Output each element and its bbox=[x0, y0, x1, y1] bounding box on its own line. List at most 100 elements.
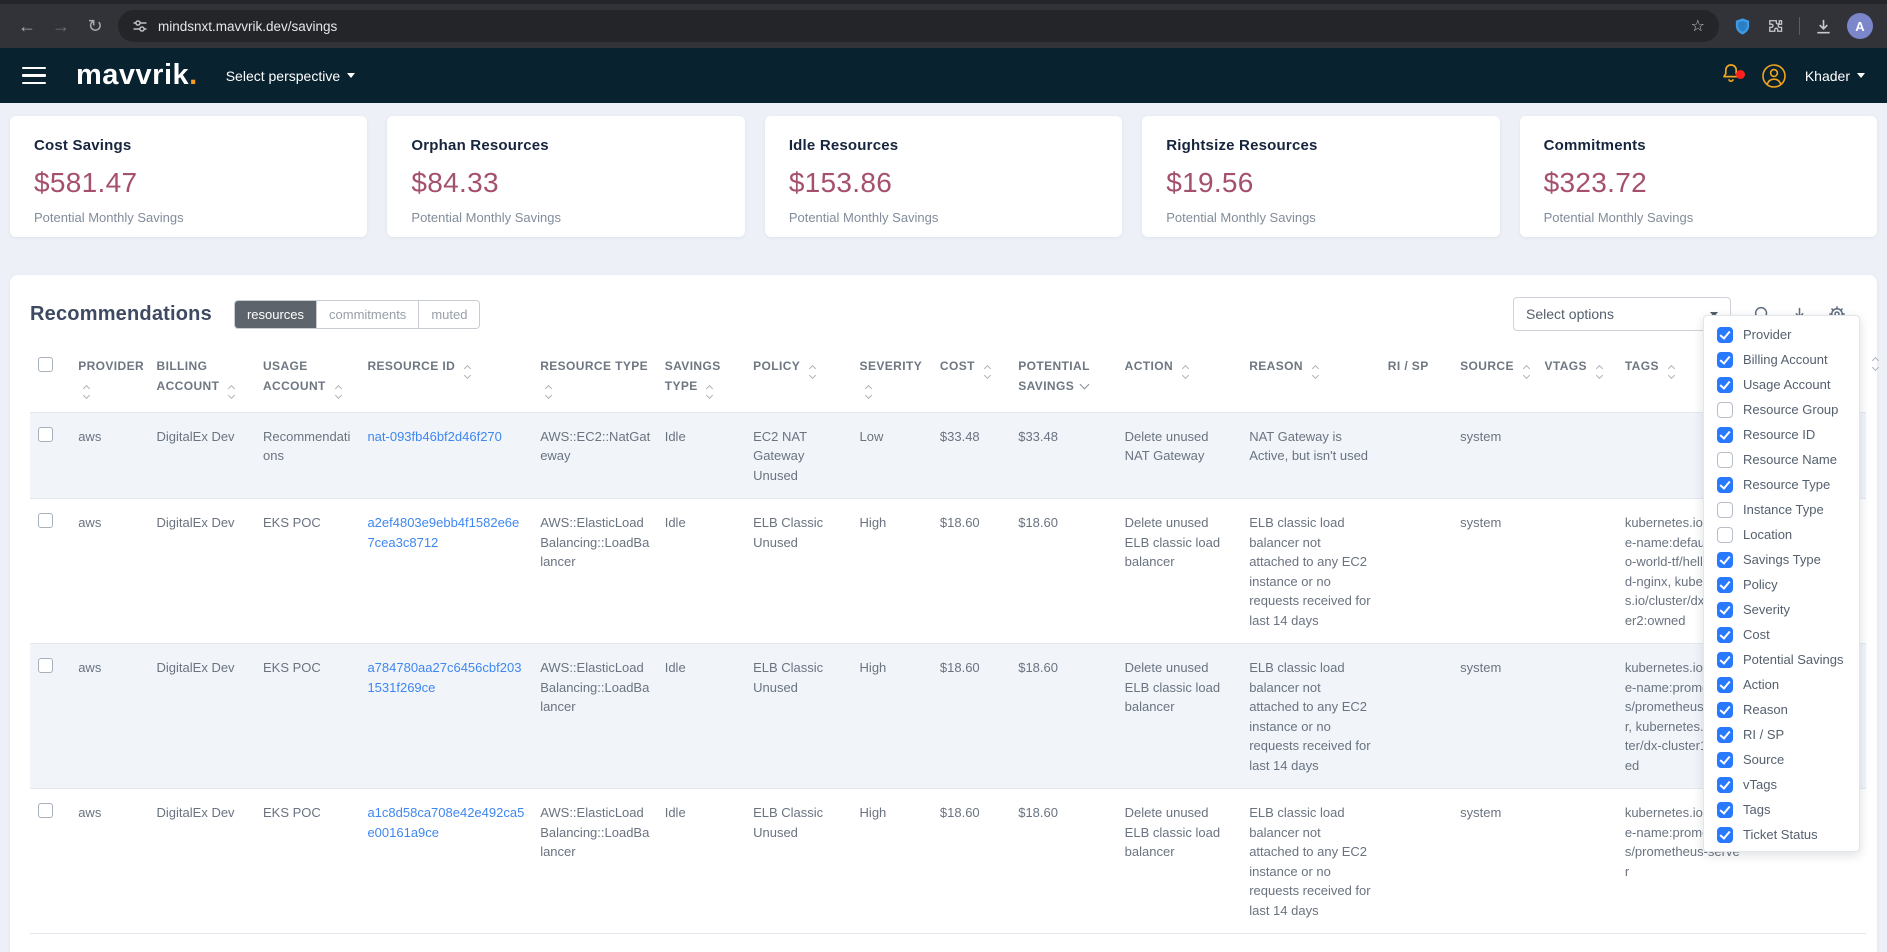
column-menu-item[interactable]: vTags bbox=[1704, 772, 1859, 797]
resource-id-link[interactable]: a784780aa27c6456cbf2031531f269ce bbox=[367, 660, 521, 695]
row-checkbox[interactable] bbox=[38, 658, 53, 673]
column-menu-item[interactable]: Source bbox=[1704, 747, 1859, 772]
checkbox-icon[interactable] bbox=[1717, 577, 1733, 593]
col-header-policy[interactable]: POLICY bbox=[753, 341, 859, 412]
col-header-billing-account[interactable]: BILLING ACCOUNT bbox=[157, 341, 263, 412]
checkbox-icon[interactable] bbox=[1717, 702, 1733, 718]
column-menu-item[interactable]: Location bbox=[1704, 522, 1859, 547]
perspective-dropdown[interactable]: Select perspective bbox=[226, 68, 355, 84]
sort-icon[interactable] bbox=[985, 366, 990, 378]
resource-id-link[interactable]: a1c8d58ca708e42e492ca5e00161a9ce bbox=[367, 805, 524, 840]
col-header-usage-account[interactable]: USAGE ACCOUNT bbox=[263, 341, 367, 412]
user-menu[interactable]: Khader bbox=[1805, 68, 1865, 84]
sort-icon[interactable] bbox=[84, 386, 89, 398]
col-header-resource-id[interactable]: RESOURCE ID bbox=[367, 341, 540, 412]
col-header-action[interactable]: ACTION bbox=[1125, 341, 1250, 412]
checkbox-icon[interactable] bbox=[1717, 327, 1733, 343]
checkbox-icon[interactable] bbox=[1717, 452, 1733, 468]
site-settings-icon[interactable] bbox=[132, 18, 148, 34]
column-menu-item[interactable]: Severity bbox=[1704, 597, 1859, 622]
checkbox-icon[interactable] bbox=[1717, 377, 1733, 393]
menu-hamburger-icon[interactable] bbox=[22, 67, 46, 85]
column-menu-item[interactable]: Resource Type bbox=[1704, 472, 1859, 497]
sort-icon[interactable] bbox=[465, 366, 470, 378]
sort-icon[interactable] bbox=[707, 386, 712, 398]
shield-extension-icon[interactable] bbox=[1733, 17, 1752, 36]
extensions-puzzle-icon[interactable] bbox=[1766, 17, 1785, 36]
column-menu-item[interactable]: Policy bbox=[1704, 572, 1859, 597]
reload-icon[interactable]: ↻ bbox=[78, 9, 112, 43]
forward-icon[interactable]: → bbox=[44, 9, 78, 43]
col-header-reason[interactable]: REASON bbox=[1249, 341, 1388, 412]
back-icon[interactable]: ← bbox=[10, 9, 44, 43]
column-menu-item[interactable]: Tags bbox=[1704, 797, 1859, 822]
column-menu-item[interactable]: Instance Type bbox=[1704, 497, 1859, 522]
resource-id-link[interactable]: a2ef4803e9ebb4f1582e6e7cea3c8712 bbox=[367, 515, 519, 550]
col-header-severity[interactable]: SEVERITY bbox=[860, 341, 940, 412]
sort-icon[interactable] bbox=[229, 386, 234, 398]
app-logo[interactable]: mavvrik. bbox=[76, 59, 198, 92]
column-menu-item[interactable]: Usage Account bbox=[1704, 372, 1859, 397]
checkbox-icon[interactable] bbox=[1717, 427, 1733, 443]
checkbox-icon[interactable] bbox=[1717, 527, 1733, 543]
sort-icon[interactable] bbox=[810, 366, 815, 378]
resource-id-link[interactable]: nat-093fb46bf2d46f270 bbox=[367, 429, 501, 444]
checkbox-icon[interactable] bbox=[1717, 602, 1733, 618]
column-menu-item[interactable]: Cost bbox=[1704, 622, 1859, 647]
col-header-cost[interactable]: COST bbox=[940, 341, 1018, 412]
column-menu-item[interactable]: Provider bbox=[1704, 322, 1859, 347]
checkbox-icon[interactable] bbox=[1717, 777, 1733, 793]
col-header-ri-sp[interactable]: RI / SP bbox=[1388, 341, 1460, 412]
column-menu-item[interactable]: RI / SP bbox=[1704, 722, 1859, 747]
checkbox-icon[interactable] bbox=[1717, 752, 1733, 768]
checkbox-icon[interactable] bbox=[1717, 502, 1733, 518]
browser-profile-avatar[interactable]: A bbox=[1847, 13, 1873, 39]
checkbox-icon[interactable] bbox=[1717, 477, 1733, 493]
column-menu-item[interactable]: Resource ID bbox=[1704, 422, 1859, 447]
column-menu-item[interactable]: Action bbox=[1704, 672, 1859, 697]
col-header-potential-savings[interactable]: POTENTIAL SAVINGS bbox=[1018, 341, 1124, 412]
checkbox-icon[interactable] bbox=[1717, 552, 1733, 568]
address-bar[interactable]: mindsnxt.mavvrik.dev/savings ☆ bbox=[118, 10, 1719, 42]
user-profile-icon[interactable] bbox=[1761, 63, 1787, 89]
sort-icon[interactable] bbox=[1524, 366, 1529, 378]
checkbox-icon[interactable] bbox=[1717, 352, 1733, 368]
col-header-vtags[interactable]: VTAGS bbox=[1544, 341, 1624, 412]
sort-icon[interactable] bbox=[546, 386, 551, 398]
checkbox-icon[interactable] bbox=[1717, 802, 1733, 818]
sort-icon[interactable] bbox=[1313, 366, 1318, 378]
col-header-savings-type[interactable]: SAVINGS TYPE bbox=[665, 341, 753, 412]
checkbox-icon[interactable] bbox=[1717, 727, 1733, 743]
checkbox-icon[interactable] bbox=[1717, 827, 1733, 843]
col-header-source[interactable]: SOURCE bbox=[1460, 341, 1544, 412]
bookmark-star-icon[interactable]: ☆ bbox=[1691, 16, 1705, 36]
tab-resources[interactable]: resources bbox=[235, 301, 316, 328]
sort-icon[interactable] bbox=[336, 386, 341, 398]
select-all-checkbox[interactable] bbox=[38, 357, 53, 372]
filter-select[interactable]: Select options bbox=[1513, 297, 1731, 331]
column-menu-item[interactable]: Resource Name bbox=[1704, 447, 1859, 472]
column-menu-item[interactable]: Potential Savings bbox=[1704, 647, 1859, 672]
downloads-icon[interactable] bbox=[1814, 17, 1833, 36]
row-checkbox[interactable] bbox=[38, 513, 53, 528]
checkbox-icon[interactable] bbox=[1717, 402, 1733, 418]
col-header-resource-type[interactable]: RESOURCE TYPE bbox=[540, 341, 665, 412]
col-header-provider[interactable]: PROVIDER bbox=[78, 341, 156, 412]
row-checkbox[interactable] bbox=[38, 803, 53, 818]
column-menu-item[interactable]: Ticket Status bbox=[1704, 822, 1859, 847]
column-menu-item[interactable]: Reason bbox=[1704, 697, 1859, 722]
tab-commitments[interactable]: commitments bbox=[316, 301, 418, 328]
sort-icon[interactable] bbox=[1597, 366, 1602, 378]
sort-icon[interactable] bbox=[1183, 366, 1188, 378]
notifications-button[interactable] bbox=[1719, 61, 1743, 90]
checkbox-icon[interactable] bbox=[1717, 677, 1733, 693]
column-menu-item[interactable]: Savings Type bbox=[1704, 547, 1859, 572]
url-text[interactable]: mindsnxt.mavvrik.dev/savings bbox=[158, 19, 1691, 34]
sort-desc-icon[interactable] bbox=[1080, 379, 1090, 389]
sort-icon[interactable] bbox=[1669, 366, 1674, 378]
column-menu-item[interactable]: Resource Group bbox=[1704, 397, 1859, 422]
row-checkbox[interactable] bbox=[38, 427, 53, 442]
sort-icon[interactable] bbox=[866, 386, 871, 398]
checkbox-icon[interactable] bbox=[1717, 627, 1733, 643]
checkbox-icon[interactable] bbox=[1717, 652, 1733, 668]
